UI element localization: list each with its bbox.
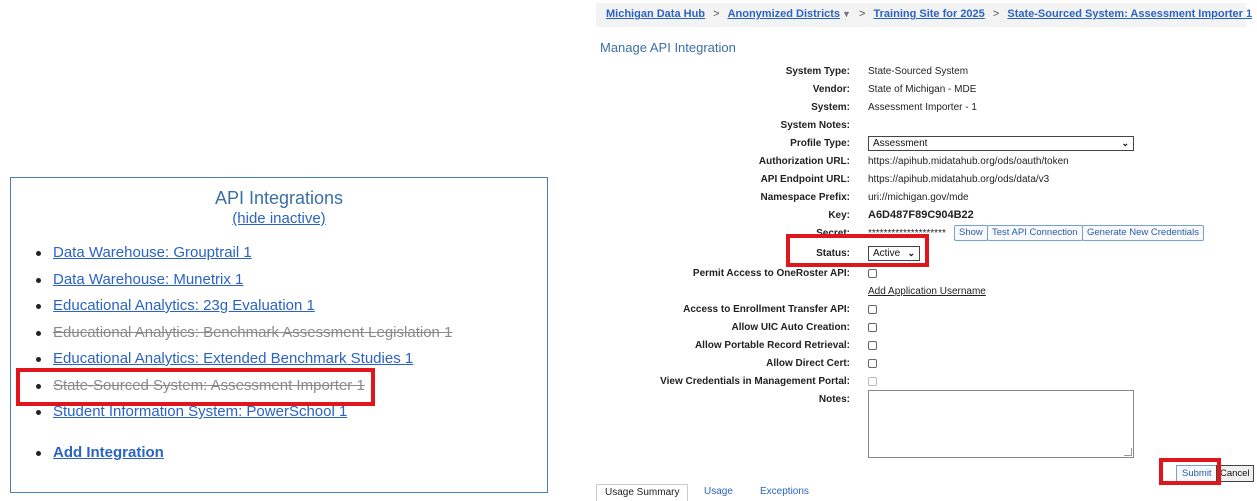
namespace-prefix-value: uri://michigan.gov/mde — [868, 192, 969, 203]
system-label: System: — [811, 102, 850, 113]
status-select[interactable]: Active ⌄ — [868, 246, 920, 261]
profile-type-selected: Assessment — [873, 138, 928, 149]
oneroster-checkbox[interactable] — [868, 269, 877, 278]
direct-cert-label: Allow Direct Cert: — [766, 358, 850, 369]
test-api-connection-button[interactable]: Test API Connection — [987, 225, 1083, 241]
list-item: State-Sourced System: Assessment Importe… — [33, 377, 452, 404]
view-credentials-checkbox — [868, 377, 877, 386]
namespace-prefix-row: Namespace Prefix: uri://michigan.gov/mde — [600, 190, 1240, 208]
oneroster-label: Permit Access to OneRoster API: — [692, 268, 850, 279]
secret-label: Secret: — [816, 228, 850, 239]
page-title: Manage API Integration — [600, 40, 736, 55]
vendor-value: State of Michigan - MDE — [868, 84, 977, 95]
integration-link-inactive[interactable]: Educational Analytics: Benchmark Assessm… — [53, 324, 452, 341]
breadcrumb-separator: > — [859, 8, 866, 20]
chevron-down-icon[interactable]: ▼ — [842, 9, 851, 19]
generate-credentials-button[interactable]: Generate New Credentials — [1082, 225, 1204, 241]
portable-record-label: Allow Portable Record Retrieval: — [694, 340, 850, 351]
system-row: System: Assessment Importer - 1 — [600, 100, 1240, 118]
list-item: Student Information System: PowerSchool … — [33, 403, 452, 430]
integration-link[interactable]: Data Warehouse: Grouptrail 1 — [53, 244, 252, 261]
add-application-username-link[interactable]: Add Application Username — [868, 286, 986, 297]
integration-link[interactable]: Educational Analytics: 23g Evaluation 1 — [53, 297, 315, 314]
enrollment-transfer-checkbox[interactable] — [868, 305, 877, 314]
direct-cert-row: Allow Direct Cert: — [600, 356, 1240, 374]
breadcrumb-separator: > — [992, 8, 1000, 20]
show-secret-button[interactable]: Show — [954, 225, 988, 241]
enrollment-transfer-row: Access to Enrollment Transfer API: — [600, 302, 1240, 320]
system-value: Assessment Importer - 1 — [868, 102, 977, 113]
list-item: Educational Analytics: 23g Evaluation 1 — [33, 297, 452, 324]
submit-button[interactable]: Submit — [1176, 465, 1218, 482]
api-endpoint-url-row: API Endpoint URL: https://apihub.midatah… — [600, 172, 1240, 190]
secret-value: ******************** — [868, 228, 946, 239]
key-label: Key: — [828, 210, 850, 221]
cancel-button[interactable]: Cancel — [1216, 465, 1254, 482]
oneroster-row: Permit Access to OneRoster API: — [600, 266, 1240, 284]
resize-grip-icon[interactable] — [1124, 448, 1132, 456]
add-integration-link[interactable]: Add Integration — [53, 444, 164, 461]
list-item: Data Warehouse: Munetrix 1 — [33, 271, 452, 298]
integration-link[interactable]: Educational Analytics: Extended Benchmar… — [53, 350, 413, 367]
key-value: A6D487F89C904B22 — [868, 209, 974, 221]
system-notes-row: System Notes: — [600, 118, 1240, 136]
profile-type-select[interactable]: Assessment ⌄ — [868, 136, 1134, 151]
tab-exceptions[interactable]: Exceptions — [752, 484, 817, 501]
breadcrumb-michigan-data-hub[interactable]: Michigan Data Hub — [606, 8, 705, 20]
notes-label: Notes: — [818, 394, 850, 405]
tab-usage-summary[interactable]: Usage Summary — [596, 484, 689, 501]
chevron-down-icon: ⌄ — [1121, 138, 1129, 148]
system-type-row: System Type: State-Sourced System — [600, 64, 1240, 82]
secret-row: Secret: ******************** Show Test A… — [600, 225, 1240, 244]
profile-type-label: Profile Type: — [790, 138, 850, 149]
status-selected: Active — [873, 248, 901, 259]
api-endpoint-url-label: API Endpoint URL: — [760, 174, 850, 185]
list-item: Data Warehouse: Grouptrail 1 — [33, 244, 452, 271]
notes-textarea[interactable] — [868, 390, 1134, 458]
breadcrumb-training-site[interactable]: Training Site for 2025 — [874, 8, 985, 20]
status-row: Status: Active ⌄ — [600, 246, 1240, 264]
key-row: Key: A6D487F89C904B22 — [600, 208, 1240, 226]
breadcrumb-anonymized-districts[interactable]: Anonymized Districts — [728, 8, 840, 20]
chevron-down-icon: ⌄ — [907, 248, 915, 258]
uic-auto-checkbox[interactable] — [868, 323, 877, 332]
breadcrumb-current-system[interactable]: State-Sourced System: Assessment Importe… — [1007, 8, 1252, 20]
integration-link-inactive[interactable]: State-Sourced System: Assessment Importe… — [53, 377, 365, 394]
system-type-label: System Type: — [785, 66, 850, 77]
portable-record-row: Allow Portable Record Retrieval: — [600, 338, 1240, 356]
integration-link[interactable]: Data Warehouse: Munetrix 1 — [53, 271, 243, 288]
api-integrations-panel: API Integrations (hide inactive) Data Wa… — [10, 177, 548, 493]
authorization-url-value: https://apihub.midatahub.org/ods/oauth/t… — [868, 156, 1069, 167]
vendor-row: Vendor: State of Michigan - MDE — [600, 82, 1240, 100]
uic-auto-label: Allow UIC Auto Creation: — [731, 322, 850, 333]
list-item: Educational Analytics: Benchmark Assessm… — [33, 324, 452, 351]
list-item: Educational Analytics: Extended Benchmar… — [33, 350, 452, 377]
integration-link[interactable]: Student Information System: PowerSchool … — [53, 403, 347, 420]
system-notes-label: System Notes: — [780, 120, 850, 131]
namespace-prefix-label: Namespace Prefix: — [760, 192, 851, 203]
authorization-url-row: Authorization URL: https://apihub.midata… — [600, 154, 1240, 172]
direct-cert-checkbox[interactable] — [868, 359, 877, 368]
api-endpoint-url-value: https://apihub.midatahub.org/ods/data/v3 — [868, 174, 1050, 185]
breadcrumb-separator: > — [713, 8, 720, 20]
hide-inactive-link[interactable]: (hide inactive) — [232, 210, 325, 227]
view-credentials-label: View Credentials in Management Portal: — [660, 376, 850, 387]
uic-auto-row: Allow UIC Auto Creation: — [600, 320, 1240, 338]
api-integrations-title: API Integrations — [214, 188, 344, 208]
status-label: Status: — [816, 248, 850, 259]
hide-inactive-wrapper: (hide inactive) — [11, 210, 547, 227]
profile-type-row: Profile Type: Assessment ⌄ — [600, 136, 1240, 154]
add-app-username-row: Add Application Username — [600, 284, 1240, 302]
api-integrations-list: Data Warehouse: Grouptrail 1 Data Wareho… — [33, 244, 452, 470]
system-type-value: State-Sourced System — [868, 66, 969, 77]
enrollment-transfer-label: Access to Enrollment Transfer API: — [683, 304, 850, 315]
tab-usage[interactable]: Usage — [696, 484, 741, 501]
breadcrumb: Michigan Data Hub > Anonymized Districts… — [596, 3, 1252, 27]
authorization-url-label: Authorization URL: — [758, 156, 850, 167]
vendor-label: Vendor: — [812, 84, 850, 95]
portable-record-checkbox[interactable] — [868, 341, 877, 350]
list-item: Add Integration — [33, 444, 452, 471]
